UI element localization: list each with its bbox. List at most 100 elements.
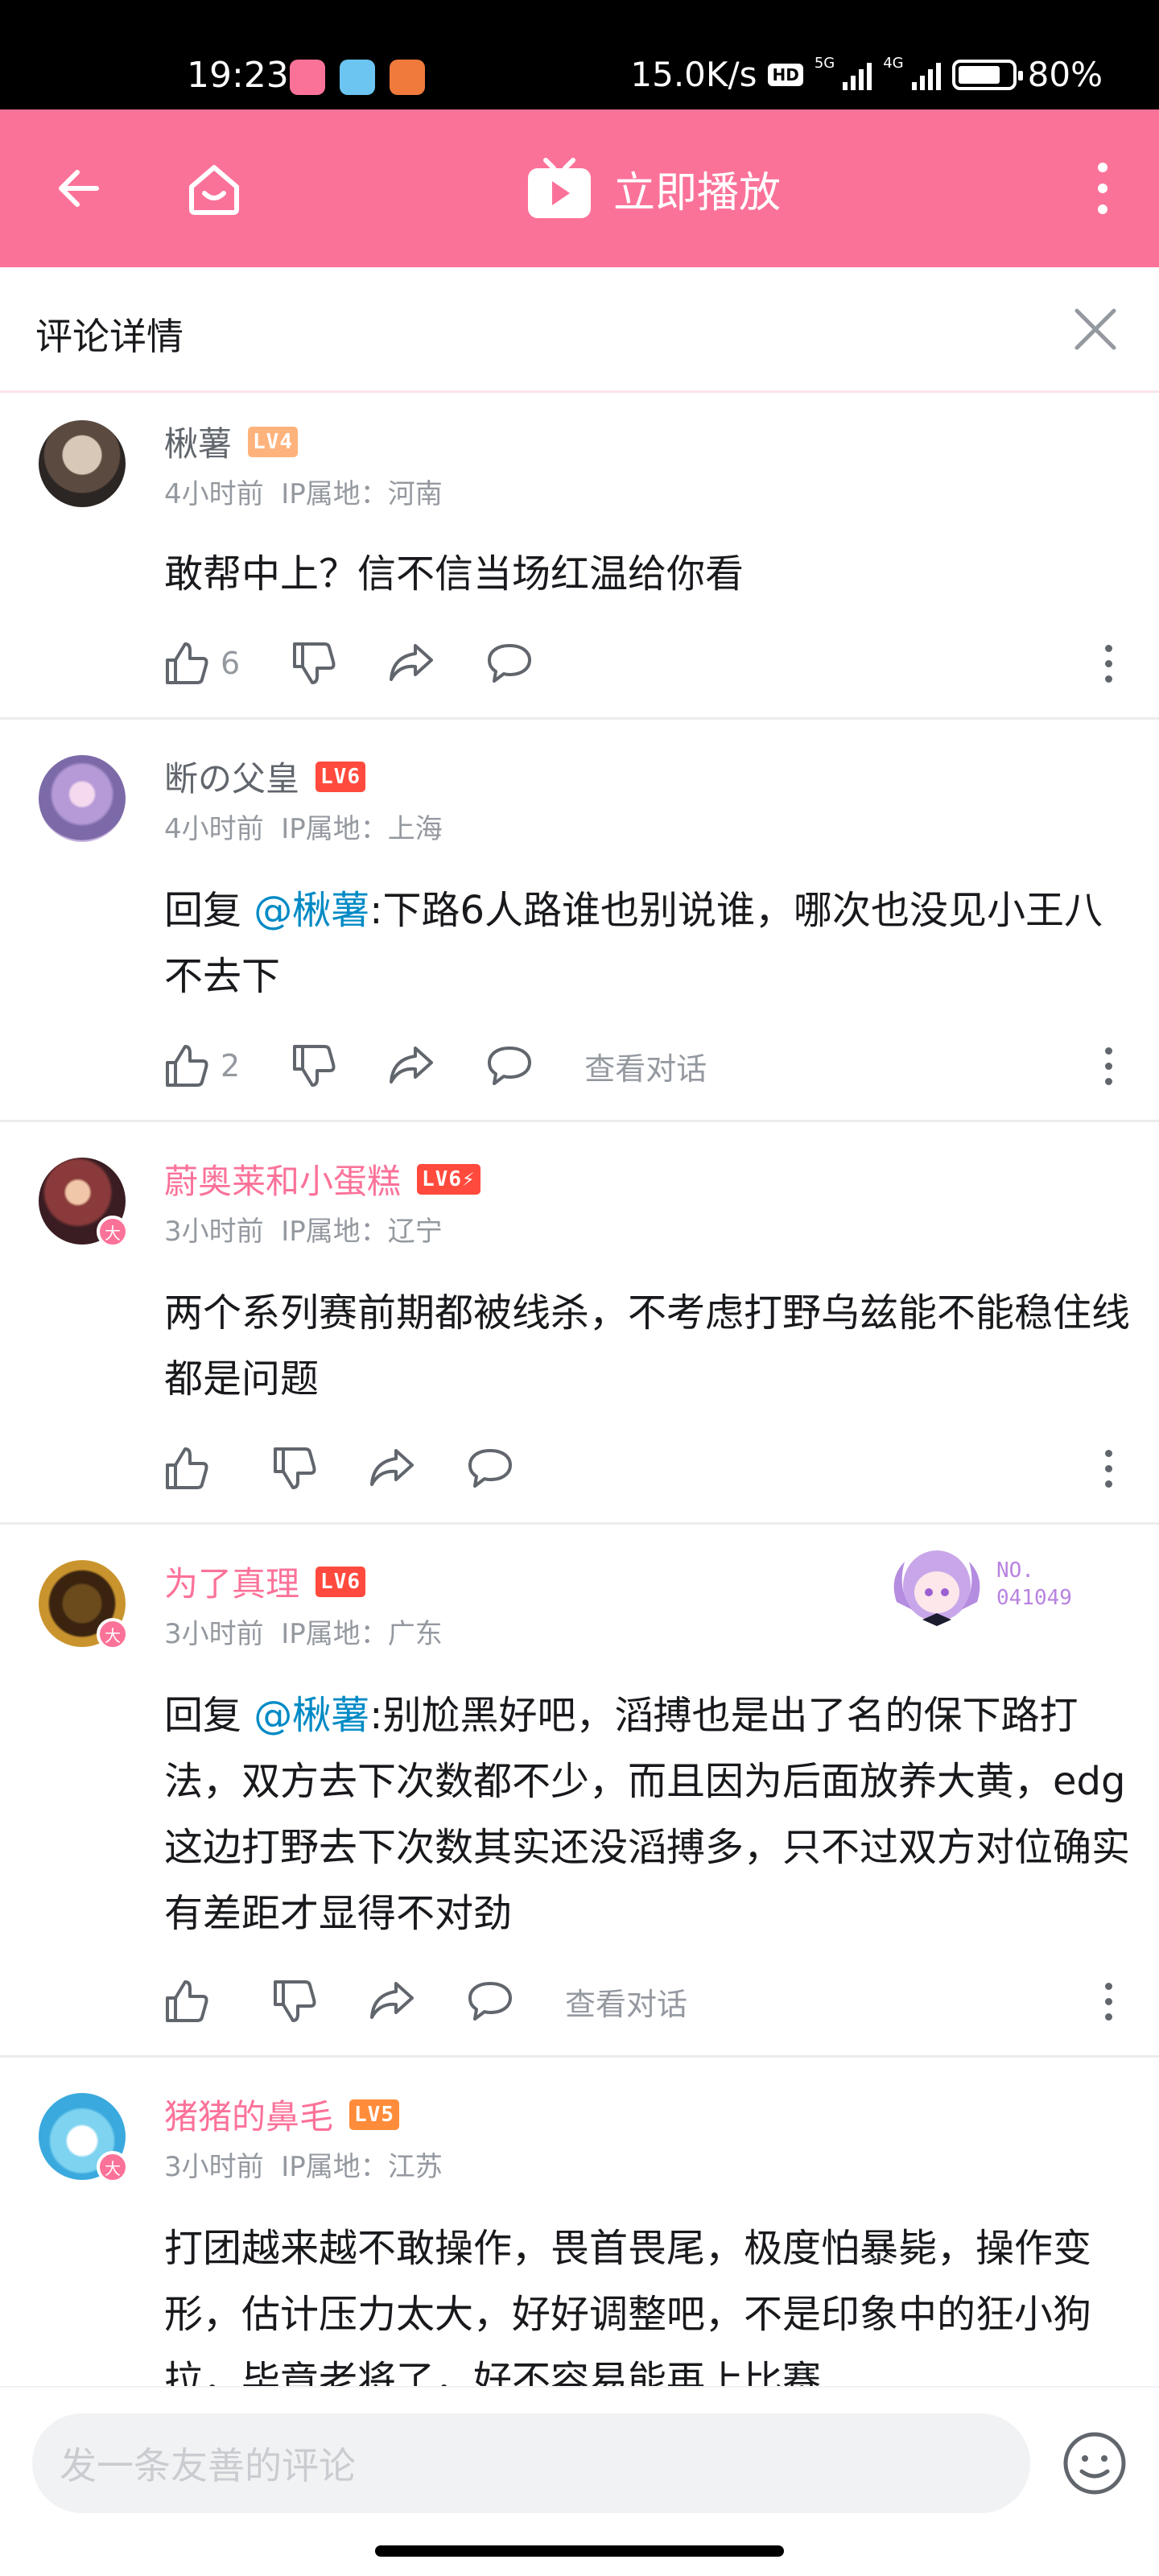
share-button[interactable] bbox=[369, 1979, 415, 2024]
comment-more-button[interactable] bbox=[1096, 1977, 1120, 2025]
comment-text: 两个系列赛前期都被线杀，不考虑打野乌兹能不能稳住线都是问题 bbox=[164, 1280, 1130, 1412]
view-conversation-link[interactable]: 查看对话 bbox=[584, 1044, 707, 1088]
reply-button[interactable] bbox=[486, 1043, 533, 1088]
network-4g-label: 4G bbox=[883, 55, 904, 72]
like-button[interactable]: 2 bbox=[164, 1043, 240, 1088]
reply-button[interactable] bbox=[486, 641, 533, 686]
level-badge: LV6 bbox=[316, 1566, 365, 1597]
fan-card-badge: NO. 041049 bbox=[881, 1530, 1106, 1634]
comment-bubble-icon bbox=[468, 1449, 512, 1488]
status-right: 15.0K/s HD 5G 4G 80% bbox=[630, 55, 1103, 94]
like-count: 2 bbox=[221, 1048, 241, 1084]
fan-card-no-label: NO. bbox=[996, 1558, 1034, 1583]
thumb-down-icon bbox=[293, 642, 336, 684]
comment-more-button[interactable] bbox=[1096, 639, 1120, 687]
like-button[interactable] bbox=[164, 1979, 221, 2024]
more-menu-button[interactable] bbox=[1079, 153, 1127, 224]
comment-more-button[interactable] bbox=[1096, 1444, 1120, 1492]
username[interactable]: 断の父皇 bbox=[164, 752, 299, 801]
level-badge: LV6 bbox=[316, 761, 365, 792]
notification-icons bbox=[290, 60, 425, 95]
share-button[interactable] bbox=[388, 1043, 435, 1088]
top-navbar: 立即播放 bbox=[0, 109, 1159, 267]
play-now-button[interactable]: 立即播放 bbox=[526, 153, 781, 224]
home-button[interactable] bbox=[179, 153, 250, 224]
dislike-button[interactable] bbox=[291, 1043, 336, 1088]
comment-actions: 2 查看对话 bbox=[164, 1042, 1159, 1090]
home-indicator[interactable] bbox=[375, 2545, 784, 2557]
avatar[interactable]: 大 bbox=[39, 1560, 129, 1650]
username[interactable]: 猪猪的鼻毛 bbox=[164, 2090, 333, 2139]
vip-badge: 大 bbox=[97, 2151, 129, 2183]
username[interactable]: 蔚奥莱和小蛋糕 bbox=[164, 1154, 401, 1203]
dot bbox=[1098, 204, 1107, 214]
dislike-button[interactable] bbox=[291, 641, 336, 686]
username[interactable]: 为了真理 bbox=[164, 1557, 299, 1606]
thumb-up-icon bbox=[166, 642, 208, 684]
thumb-up-icon bbox=[166, 1447, 208, 1489]
comment-time: 4小时前 bbox=[164, 478, 264, 510]
share-button[interactable] bbox=[369, 1446, 415, 1491]
reply-prefix: 回复 bbox=[164, 1693, 254, 1738]
network-5g-label: 5G bbox=[814, 55, 835, 72]
dislike-button[interactable] bbox=[272, 1446, 317, 1491]
like-count: 6 bbox=[221, 646, 241, 681]
share-button[interactable] bbox=[388, 641, 435, 686]
comment-bubble-icon bbox=[488, 1046, 532, 1085]
signal-icon bbox=[843, 60, 872, 90]
avatar[interactable]: 大 bbox=[39, 1158, 129, 1248]
username[interactable]: 楸薯 bbox=[164, 417, 232, 466]
play-now-label: 立即播放 bbox=[613, 168, 782, 217]
mention-link[interactable]: @楸薯 bbox=[254, 888, 369, 933]
comment-body: 敢帮中上？信不信当场红温给你看 bbox=[164, 551, 744, 597]
comment-detail-title: 评论详情 bbox=[35, 315, 184, 358]
battery-percent: 80% bbox=[1027, 55, 1103, 94]
comment-item: 断の父皇 LV6 4小时前 IP属地：上海 回复 @楸薯:下路6人路谁也别说谁，… bbox=[0, 720, 1159, 1122]
share-icon bbox=[370, 1449, 414, 1486]
avatar[interactable] bbox=[39, 755, 126, 842]
dot bbox=[1098, 163, 1107, 172]
fan-card-id: 041049 bbox=[996, 1586, 1072, 1610]
ip-location: IP属地：辽宁 bbox=[281, 1216, 443, 1248]
level-badge: LV6⚡ bbox=[417, 1163, 481, 1195]
hd-icon: HD bbox=[768, 63, 803, 86]
comment-time: 3小时前 bbox=[164, 1216, 264, 1248]
reply-button[interactable] bbox=[467, 1979, 514, 2024]
thumb-down-icon bbox=[274, 1980, 316, 2022]
thumb-down-icon bbox=[274, 1447, 316, 1489]
reply-button[interactable] bbox=[467, 1446, 514, 1491]
comment-item: 大 蔚奥莱和小蛋糕 LV6⚡ 3小时前 IP属地：辽宁 两个系列赛前期都被线杀，… bbox=[0, 1122, 1159, 1525]
comment-actions: 查看对话 bbox=[164, 1977, 1159, 2025]
comment-input-placeholder: 发一条友善的评论 bbox=[60, 2444, 356, 2487]
dislike-button[interactable] bbox=[272, 1979, 317, 2024]
bilibili-notification-icon bbox=[290, 60, 325, 95]
comment-more-button[interactable] bbox=[1096, 1042, 1120, 1090]
dot bbox=[1098, 184, 1107, 193]
like-button[interactable]: 6 bbox=[164, 641, 240, 686]
emoji-icon[interactable] bbox=[1061, 2429, 1128, 2497]
anime-girl-icon bbox=[893, 1542, 980, 1626]
fan-card-number: NO. 041049 bbox=[996, 1557, 1072, 1612]
like-button[interactable] bbox=[164, 1446, 221, 1491]
back-button[interactable] bbox=[47, 156, 111, 221]
comment-text: 敢帮中上？信不信当场红温给你看 bbox=[164, 541, 1130, 607]
ip-location: IP属地：江苏 bbox=[281, 2151, 443, 2183]
home-icon bbox=[189, 165, 239, 215]
view-conversation-link[interactable]: 查看对话 bbox=[565, 1979, 687, 2024]
comment-text: 回复 @楸薯:下路6人路谁也别说谁，哪次也没见小王八不去下 bbox=[164, 877, 1130, 1009]
avatar[interactable]: 大 bbox=[39, 2093, 129, 2183]
comment-input[interactable]: 发一条友善的评论 bbox=[32, 2413, 1030, 2513]
net-speed: 15.0K/s bbox=[630, 55, 757, 94]
comment-meta: 4小时前 IP属地：上海 bbox=[164, 807, 443, 846]
vip-badge: 大 bbox=[97, 1618, 129, 1650]
reply-prefix: 回复 bbox=[164, 888, 254, 933]
mention-link[interactable]: @楸薯 bbox=[254, 1693, 369, 1738]
comment-meta: 3小时前 IP属地：广东 bbox=[164, 1612, 443, 1651]
share-icon bbox=[370, 1982, 414, 2019]
close-icon[interactable] bbox=[1067, 301, 1124, 357]
app-notification-icon bbox=[390, 60, 425, 95]
comment-time: 3小时前 bbox=[164, 1618, 264, 1650]
comment-detail-header: 评论详情 bbox=[0, 267, 1159, 393]
avatar[interactable] bbox=[39, 420, 126, 507]
comment-body: 打团越来越不敢操作，畏首畏尾，极度怕暴毙，操作变形，估计压力太大，好好调整吧，不… bbox=[164, 2226, 1092, 2403]
